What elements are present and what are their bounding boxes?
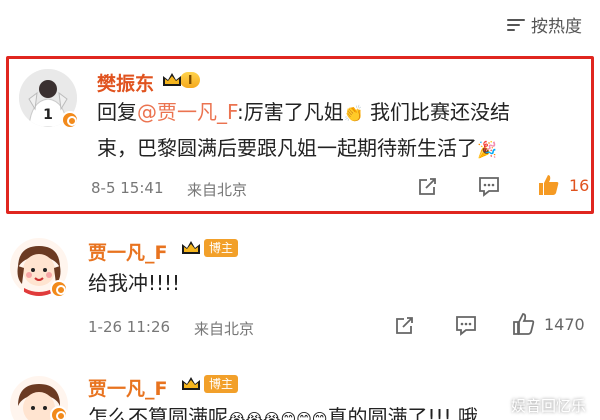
- thumbs-up-icon: [539, 175, 559, 195]
- comment-button[interactable]: [454, 314, 478, 336]
- comment-text: 回复@贾一凡_F:厉害了凡姐👏 我们比赛还没结 束，巴黎圆满后要跟凡姐一起期待新…: [97, 95, 589, 167]
- comment-icon: [456, 316, 476, 336]
- comment-time: 8-5 15:41: [91, 179, 164, 197]
- share-icon: [396, 317, 413, 334]
- sort-icon: [507, 17, 525, 33]
- host-badge: 博主: [180, 375, 239, 393]
- celebrate-emoji-icon: 🎉: [477, 140, 497, 159]
- sort-by-hot-button[interactable]: 按热度: [507, 12, 582, 37]
- watermark-text: 娱音回忆乐: [510, 397, 586, 415]
- share-icon: [419, 178, 436, 195]
- verified-badge-icon: [50, 280, 68, 298]
- svg-text:1: 1: [43, 107, 53, 123]
- comment-item: 贾一凡_F 博主 给我冲!!!! 1-26 11:26 来自北京 1470: [0, 230, 600, 350]
- sort-label: 按热度: [531, 17, 582, 37]
- comment-location: 来自北京: [194, 320, 255, 338]
- watermark: 娱音回忆乐: [491, 395, 586, 416]
- host-label: 博主: [204, 375, 239, 393]
- comment-author[interactable]: 贾一凡_F: [88, 374, 167, 401]
- reply-prefix: 回复: [97, 100, 137, 124]
- cry-emoji-icon: 😭😭😭😊😊😊: [228, 410, 328, 420]
- like-count: 16: [569, 175, 590, 195]
- camera-icon: [491, 400, 507, 413]
- comment-author[interactable]: 樊振东: [97, 69, 154, 96]
- verified-badge-icon: [61, 111, 79, 129]
- mention-link[interactable]: @贾一凡_F: [137, 100, 237, 124]
- like-button[interactable]: 16: [537, 173, 589, 197]
- comment-text-part: 真的圆满了!!! 哦: [327, 405, 478, 420]
- vip-level-badge: I: [161, 71, 201, 89]
- comment-button[interactable]: [477, 175, 501, 197]
- crown-icon: [163, 73, 181, 86]
- comment-time: 1-26 11:26: [88, 318, 171, 336]
- comment-text: 怎么不算圆满呢😭😭😭😊😊😊真的圆满了!!! 哦: [88, 400, 478, 420]
- share-button[interactable]: [394, 314, 416, 336]
- comment-text-line: 束，巴黎圆满后要跟凡姐一起期待新生活了: [97, 136, 477, 160]
- thumbs-up-icon: [513, 313, 535, 335]
- host-badge: 博主: [180, 239, 239, 257]
- clap-emoji-icon: 👏: [343, 104, 364, 123]
- comment-author[interactable]: 贾一凡_F: [88, 238, 167, 265]
- level-label: I: [180, 72, 201, 88]
- comment-text-part: :厉害了凡姐: [236, 100, 344, 124]
- comment-item: 1 樊振东 I 回复@贾一凡_F:厉害了凡姐👏 我们比赛还没结 束，巴黎圆满后要…: [6, 56, 594, 214]
- comment-location: 来自北京: [187, 181, 248, 199]
- like-count: 1470: [544, 314, 585, 334]
- verified-badge-icon: [50, 406, 68, 420]
- comment-text: 给我冲!!!!: [88, 271, 181, 295]
- comment-icon: [479, 177, 499, 197]
- comment-text-part: 我们比赛还没结: [363, 100, 510, 124]
- host-label: 博主: [204, 239, 239, 257]
- crown-icon: [182, 241, 200, 254]
- comment-text-part: 怎么不算圆满呢: [88, 405, 228, 420]
- crown-icon: [182, 377, 200, 390]
- share-button[interactable]: [417, 175, 439, 197]
- like-button[interactable]: 1470: [512, 312, 585, 336]
